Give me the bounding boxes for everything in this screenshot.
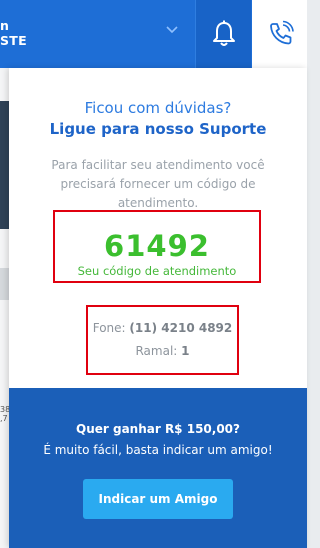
extension-label: Ramal: xyxy=(135,344,178,358)
background-row xyxy=(0,268,9,300)
account-name-line2: STE xyxy=(0,33,27,48)
background-card xyxy=(0,101,9,229)
phone-line: Fone: (11) 4210 4892 xyxy=(88,321,237,335)
bell-icon xyxy=(213,20,235,46)
background-text: 38 ,7 xyxy=(0,405,9,423)
top-bar: n STE xyxy=(0,0,307,68)
chevron-down-icon[interactable] xyxy=(164,24,180,36)
refer-friend-button[interactable]: Indicar um Amigo xyxy=(83,479,233,519)
extension-number: 1 xyxy=(181,344,190,358)
account-selector[interactable]: n STE xyxy=(0,18,27,48)
account-name-line1: n xyxy=(0,18,10,33)
phone-icon xyxy=(270,20,294,45)
service-code-label: Seu código de atendimento xyxy=(77,264,237,278)
background-page: 38 ,7 xyxy=(0,68,9,548)
service-code: 61492 xyxy=(104,229,210,263)
support-panel: Ficou com dúvidas? Ligue para nosso Supo… xyxy=(9,68,307,548)
phone-label: Fone: xyxy=(92,321,126,335)
promo-title: Quer ganhar R$ 150,00? xyxy=(76,422,240,436)
referral-promo: Quer ganhar R$ 150,00? É muito fácil, ba… xyxy=(9,388,307,548)
support-question: Ficou com dúvidas? xyxy=(84,99,232,117)
phone-number[interactable]: (11) 4210 4892 xyxy=(129,321,232,335)
support-phone-button[interactable] xyxy=(252,0,307,68)
service-code-box: 61492 Seu código de atendimento xyxy=(53,210,261,283)
extension-line: Ramal: 1 xyxy=(88,344,237,358)
support-info-text: Para facilitar seu atendimento você prec… xyxy=(51,158,265,210)
contact-info-box: Fone: (11) 4210 4892 Ramal: 1 xyxy=(86,305,239,375)
support-cta-title: Ligue para nosso Suporte xyxy=(49,120,267,138)
promo-subtitle: É muito fácil, basta indicar um amigo! xyxy=(43,443,273,457)
notifications-button[interactable] xyxy=(195,0,251,68)
